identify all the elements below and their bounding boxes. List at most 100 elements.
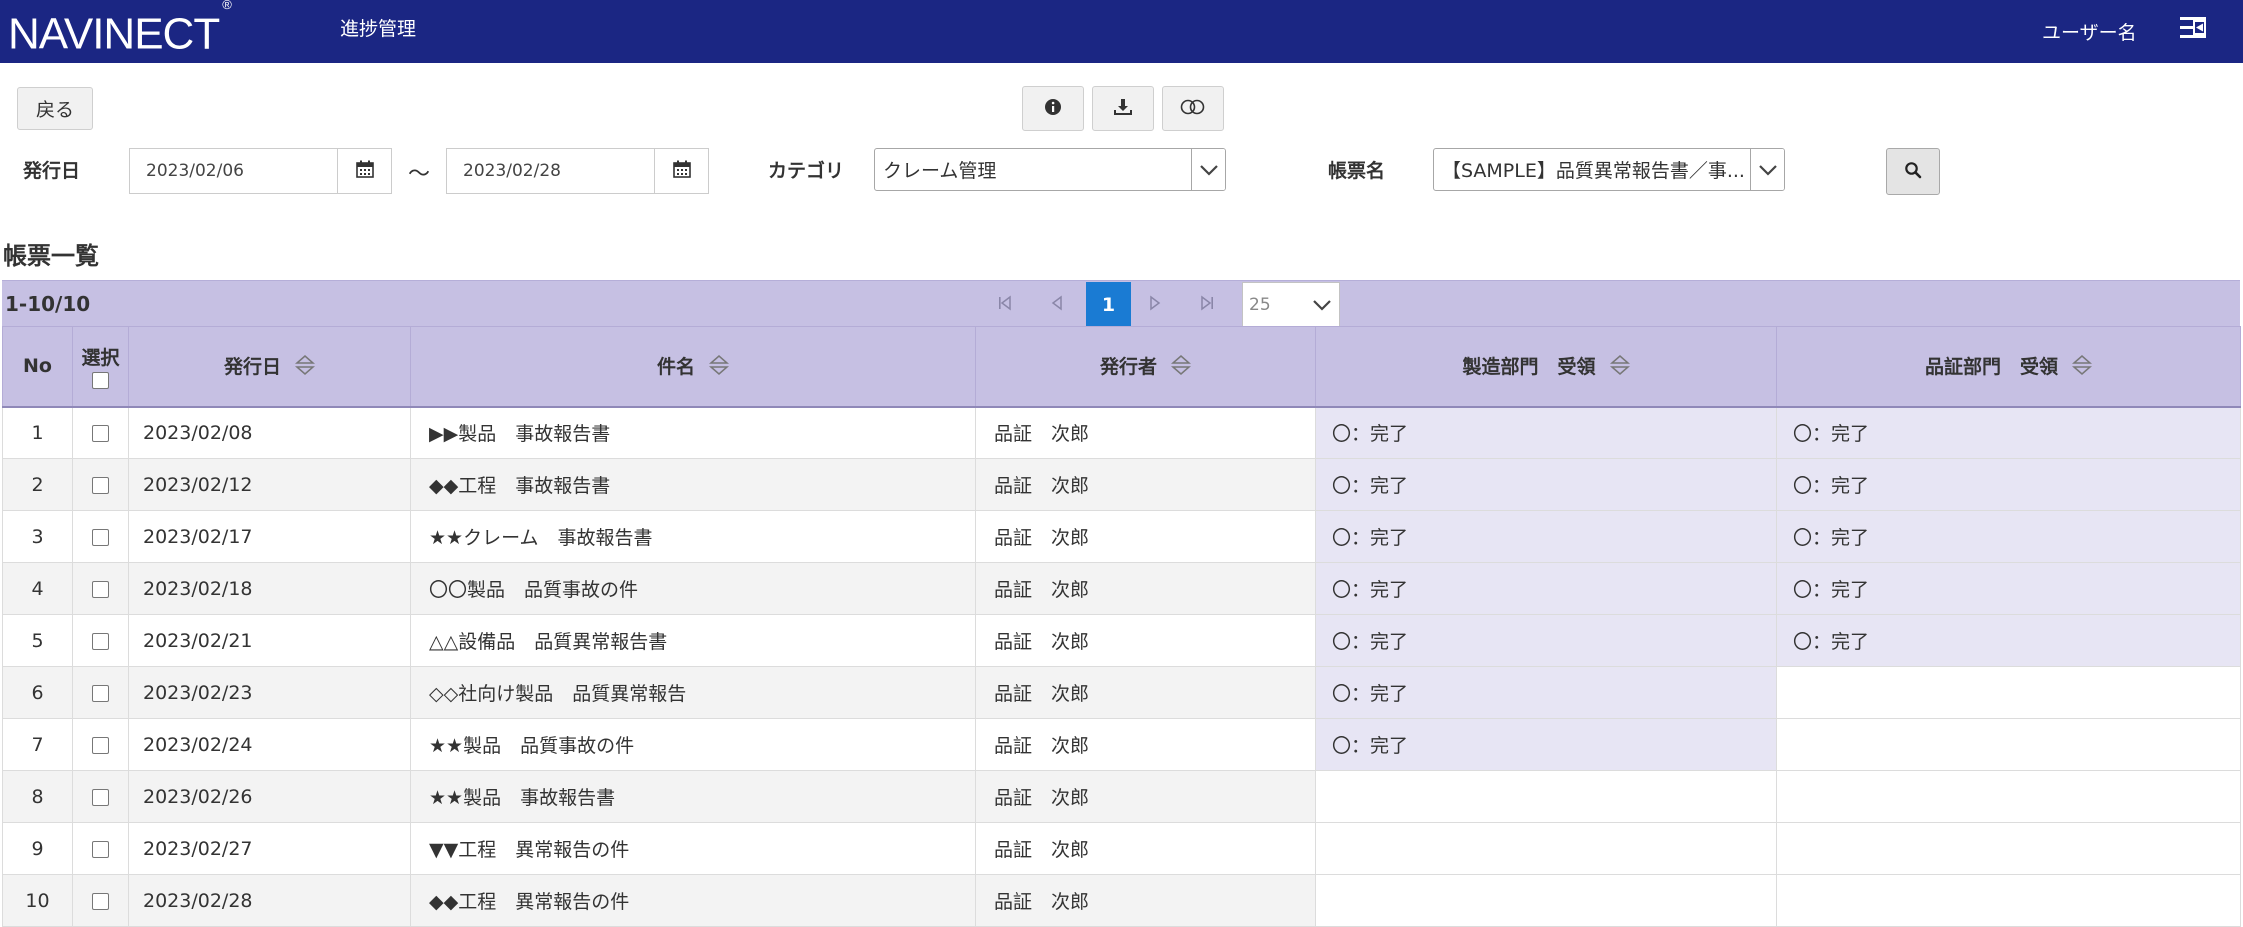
row-checkbox[interactable] <box>92 424 109 442</box>
list-title: 帳票一覧 <box>3 242 99 270</box>
row-checkbox[interactable] <box>92 892 109 910</box>
cell-select <box>72 770 129 823</box>
top-header: NAVINECT® 進捗管理 ユーザー名 <box>0 0 2243 63</box>
col-header-mfg-receipt[interactable]: 製造部門 受領 <box>1315 326 1777 407</box>
search-icon <box>1904 161 1922 183</box>
first-page-button[interactable] <box>982 282 1027 327</box>
col-header-title[interactable]: 件名 <box>410 326 976 407</box>
col-header-issue-date[interactable]: 発行日 <box>128 326 411 407</box>
table-row[interactable]: 10 2023/02/28 ◆◆工程 異常報告の件 品証 次郎 <box>2 874 2241 927</box>
row-checkbox[interactable] <box>92 684 109 702</box>
form-name-select[interactable]: 【SAMPLE】品質異常報告書／事... <box>1433 148 1785 191</box>
prev-page-button[interactable] <box>1034 282 1079 327</box>
cell-title[interactable]: 〇〇製品 品質事故の件 <box>410 562 976 615</box>
cell-no: 8 <box>2 770 73 823</box>
select-all-checkbox[interactable] <box>92 372 109 390</box>
cell-no: 1 <box>2 405 73 459</box>
cell-no: 5 <box>2 614 73 667</box>
cell-mfg-receipt <box>1315 874 1777 927</box>
cell-author: 品証 次郎 <box>975 770 1316 823</box>
table-row[interactable]: 7 2023/02/24 ★★製品 品質事故の件 品証 次郎 〇：完了 <box>2 718 2241 771</box>
cell-select <box>72 458 129 511</box>
col-header-author[interactable]: 発行者 <box>975 326 1316 407</box>
cell-title[interactable]: ▶▶製品 事故報告書 <box>410 405 976 459</box>
table-header-row: No 選択 発行日 件名 発行者 製造部門 受領 品証部門 受領 <box>2 326 2241 407</box>
search-button[interactable] <box>1886 148 1940 195</box>
info-button[interactable] <box>1022 86 1084 131</box>
cell-author: 品証 次郎 <box>975 614 1316 667</box>
sort-icon[interactable] <box>2072 354 2092 381</box>
cell-mfg-receipt: 〇：完了 <box>1315 405 1777 459</box>
cell-title[interactable]: ★★製品 事故報告書 <box>410 770 976 823</box>
toggle-icon <box>1180 99 1206 119</box>
cell-select <box>72 666 129 719</box>
sort-icon[interactable] <box>1171 354 1191 381</box>
sort-icon[interactable] <box>709 354 729 381</box>
sort-icon[interactable] <box>295 354 315 381</box>
date-to-input[interactable]: 2023/02/28 <box>446 148 655 194</box>
cell-no: 3 <box>2 510 73 563</box>
next-page-button[interactable] <box>1132 282 1177 327</box>
table-row[interactable]: 5 2023/02/21 △△設備品 品質異常報告書 品証 次郎 〇：完了 〇：… <box>2 614 2241 667</box>
page-size-select[interactable]: 25 <box>1242 282 1340 327</box>
page-button-current[interactable]: 1 <box>1086 282 1131 327</box>
cell-issue-date: 2023/02/12 <box>128 458 411 511</box>
cell-qa-receipt: 〇：完了 <box>1776 510 2241 563</box>
row-checkbox[interactable] <box>92 476 109 494</box>
row-checkbox[interactable] <box>92 736 109 754</box>
cell-title[interactable]: ▼▼工程 異常報告の件 <box>410 822 976 875</box>
table-row[interactable]: 3 2023/02/17 ★★クレーム 事故報告書 品証 次郎 〇：完了 〇：完… <box>2 510 2241 563</box>
download-button[interactable] <box>1092 86 1154 131</box>
page-title: 進捗管理 <box>340 18 417 40</box>
cell-title[interactable]: ★★製品 品質事故の件 <box>410 718 976 771</box>
cell-select <box>72 718 129 771</box>
cell-title[interactable]: ◆◆工程 事故報告書 <box>410 458 976 511</box>
form-name-label: 帳票名 <box>1328 160 1386 182</box>
toggle-button[interactable] <box>1162 86 1224 131</box>
cell-select <box>72 562 129 615</box>
app-logo[interactable]: NAVINECT® <box>8 0 232 60</box>
category-select[interactable]: クレーム管理 <box>874 148 1226 191</box>
table-row[interactable]: 1 2023/02/08 ▶▶製品 事故報告書 品証 次郎 〇：完了 〇：完了 <box>2 405 2241 459</box>
table-row[interactable]: 6 2023/02/23 ◇◇社向け製品 品質異常報告 品証 次郎 〇：完了 <box>2 666 2241 719</box>
cell-author: 品証 次郎 <box>975 874 1316 927</box>
user-name[interactable]: ユーザー名 <box>2042 18 2137 45</box>
row-checkbox[interactable] <box>92 528 109 546</box>
table-row[interactable]: 2 2023/02/12 ◆◆工程 事故報告書 品証 次郎 〇：完了 〇：完了 <box>2 458 2241 511</box>
cell-qa-receipt: 〇：完了 <box>1776 562 2241 615</box>
date-from-calendar-button[interactable] <box>338 148 392 194</box>
table-row[interactable]: 4 2023/02/18 〇〇製品 品質事故の件 品証 次郎 〇：完了 〇：完了 <box>2 562 2241 615</box>
cell-mfg-receipt: 〇：完了 <box>1315 614 1777 667</box>
table-row[interactable]: 9 2023/02/27 ▼▼工程 異常報告の件 品証 次郎 <box>2 822 2241 875</box>
cell-qa-receipt <box>1776 666 2241 719</box>
cell-no: 7 <box>2 718 73 771</box>
cell-qa-receipt: 〇：完了 <box>1776 405 2241 459</box>
date-to-calendar-button[interactable] <box>655 148 709 194</box>
cell-title[interactable]: ◆◆工程 異常報告の件 <box>410 874 976 927</box>
cell-no: 6 <box>2 666 73 719</box>
back-button[interactable]: 戻る <box>17 87 93 130</box>
cell-select <box>72 874 129 927</box>
last-page-button[interactable] <box>1184 282 1229 327</box>
cell-no: 4 <box>2 562 73 615</box>
cell-author: 品証 次郎 <box>975 562 1316 615</box>
cell-qa-receipt <box>1776 874 2241 927</box>
date-from-input[interactable]: 2023/02/06 <box>129 148 338 194</box>
row-checkbox[interactable] <box>92 840 109 858</box>
cell-issue-date: 2023/02/08 <box>128 405 411 459</box>
row-checkbox[interactable] <box>92 580 109 598</box>
cell-title[interactable]: △△設備品 品質異常報告書 <box>410 614 976 667</box>
sort-icon[interactable] <box>1609 354 1630 381</box>
prev-page-icon <box>1049 295 1065 315</box>
cell-title[interactable]: ◇◇社向け製品 品質異常報告 <box>410 666 976 719</box>
form-name-value: 【SAMPLE】品質異常報告書／事... <box>1442 160 1745 182</box>
table-row[interactable]: 8 2023/02/26 ★★製品 事故報告書 品証 次郎 <box>2 770 2241 823</box>
row-checkbox[interactable] <box>92 788 109 806</box>
col-header-qa-receipt[interactable]: 品証部門 受領 <box>1776 326 2241 407</box>
cell-title[interactable]: ★★クレーム 事故報告書 <box>410 510 976 563</box>
chevron-down-icon <box>1305 283 1339 326</box>
menu-icon[interactable] <box>2178 14 2214 44</box>
cell-issue-date: 2023/02/21 <box>128 614 411 667</box>
category-value: クレーム管理 <box>883 160 997 182</box>
row-checkbox[interactable] <box>92 632 109 650</box>
